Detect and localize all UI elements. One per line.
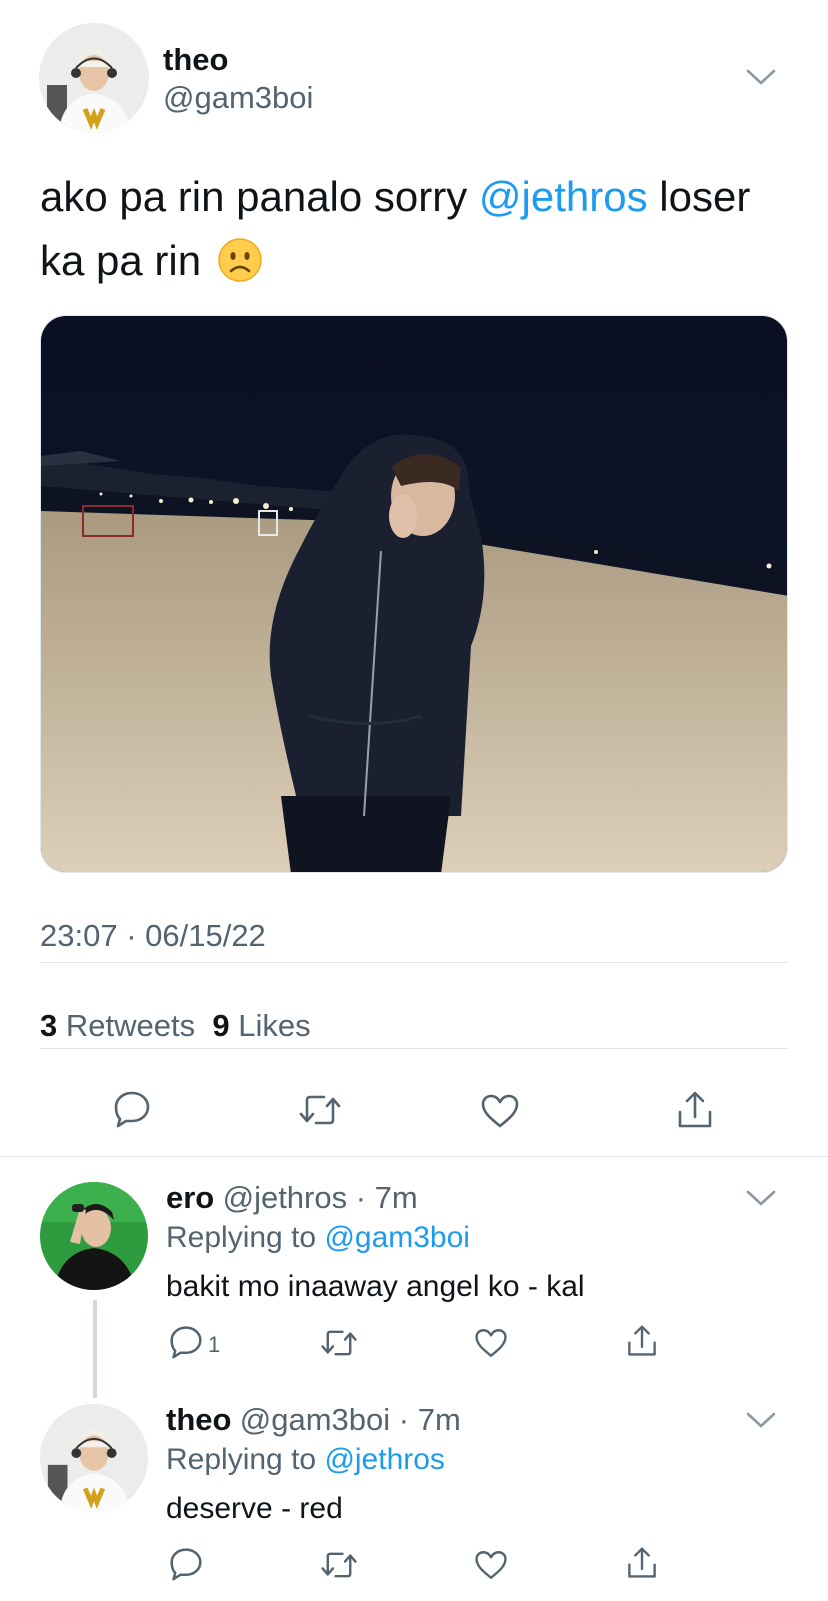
tweet-timestamp: 23:07 · 06/15/22 — [40, 918, 266, 953]
reply-button[interactable] — [112, 1090, 152, 1128]
mention-link[interactable]: @jethros — [479, 173, 648, 220]
like-icon — [481, 1094, 519, 1128]
replying-to: Replying to @jethros — [166, 1443, 445, 1477]
reply-button[interactable] — [168, 1325, 204, 1359]
author-handle[interactable]: @gam3boi — [163, 80, 313, 116]
replying-label: Replying to — [166, 1443, 317, 1476]
tweet-text-part: ako pa rin panalo sorry — [40, 173, 479, 220]
replying-to: Replying to @gam3boi — [166, 1221, 470, 1255]
retweet-icon — [299, 1095, 341, 1125]
divider — [0, 1156, 828, 1157]
retweet-count[interactable]: 3 Retweets — [40, 1008, 195, 1043]
thread-line — [93, 1300, 97, 1398]
share-icon — [628, 1547, 656, 1578]
divider — [40, 962, 788, 963]
separator-dot: · — [347, 1180, 375, 1215]
chevron-down-icon[interactable] — [744, 1188, 778, 1208]
reply-avatar[interactable] — [40, 1404, 148, 1512]
reply-icon — [114, 1091, 150, 1128]
like-icon — [475, 1551, 507, 1579]
author-name[interactable]: theo — [163, 42, 228, 78]
reply-icon — [170, 1326, 202, 1359]
replying-to-link[interactable]: @jethros — [324, 1443, 445, 1476]
author-avatar[interactable] — [39, 23, 149, 133]
reply-author-name[interactable]: theo — [166, 1402, 231, 1437]
separator-dot: · — [390, 1402, 418, 1437]
reply-author-handle[interactable]: @jethros — [223, 1180, 348, 1215]
reply-count: 1 — [208, 1332, 221, 1357]
share-button[interactable] — [626, 1546, 658, 1580]
tweet-text: ako pa rin panalo sorry @jethros loser k… — [40, 165, 800, 293]
share-icon — [628, 1325, 656, 1356]
reply-author-name[interactable]: ero — [166, 1180, 214, 1215]
reply-header: ero @jethros · 7m — [166, 1180, 418, 1216]
retweet-button[interactable] — [320, 1327, 358, 1359]
replying-label: Replying to — [166, 1221, 317, 1254]
replying-to-link[interactable]: @gam3boi — [324, 1221, 470, 1254]
like-button[interactable] — [480, 1093, 520, 1129]
reply-header: theo @gam3boi · 7m — [166, 1402, 461, 1438]
reply-text: bakit mo inaaway angel ko - kal — [166, 1270, 585, 1303]
like-button[interactable] — [474, 1327, 508, 1359]
reply-text: deserve - red — [166, 1492, 343, 1525]
reply-author-handle[interactable]: @gam3boi — [240, 1402, 390, 1437]
reply-icon — [170, 1548, 202, 1581]
tweet-stats: 3 Retweets 9 Likes — [40, 1008, 311, 1044]
like-button[interactable] — [474, 1549, 508, 1581]
share-button[interactable] — [626, 1324, 658, 1358]
retweet-button[interactable] — [320, 1549, 358, 1581]
like-count[interactable]: 9 Likes — [212, 1008, 310, 1043]
reply-time: 7m — [417, 1402, 461, 1437]
slightly-frowning-face-icon — [218, 238, 262, 282]
share-button[interactable] — [676, 1090, 714, 1130]
chevron-down-icon[interactable] — [744, 1410, 778, 1430]
tweet-photo[interactable] — [40, 315, 788, 873]
retweet-button[interactable] — [298, 1092, 342, 1128]
like-icon — [475, 1329, 507, 1357]
retweet-icon — [321, 1552, 357, 1578]
retweet-icon — [321, 1330, 357, 1356]
divider — [40, 1048, 788, 1049]
chevron-down-icon[interactable] — [744, 67, 778, 87]
share-icon — [678, 1091, 712, 1128]
reply-button[interactable] — [168, 1547, 204, 1581]
reply-time: 7m — [374, 1180, 418, 1215]
reply-avatar[interactable] — [40, 1182, 148, 1290]
